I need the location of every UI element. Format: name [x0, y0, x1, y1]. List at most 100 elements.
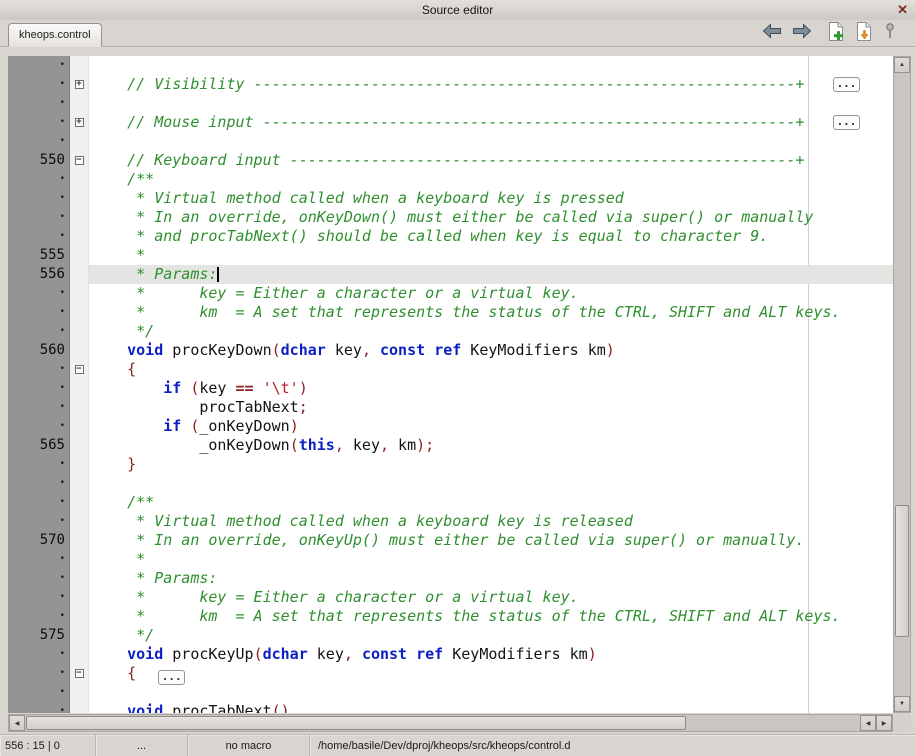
code-line[interactable]: • [8, 683, 893, 702]
scroll-right-button[interactable]: ▶ [876, 715, 892, 731]
code-text[interactable]: procTabNext; [89, 398, 893, 417]
fold-margin [70, 436, 89, 455]
fold-toggle[interactable]: + [75, 80, 84, 89]
code-text[interactable]: _onKeyDown(this, key, km); [89, 436, 893, 455]
code-text[interactable]: * Params: [89, 569, 893, 588]
code-text[interactable]: */ [89, 626, 893, 645]
code-line[interactable]: • /** [8, 493, 893, 512]
tab-kheops-control[interactable]: kheops.control [8, 23, 102, 47]
code-line[interactable]: • * key = Either a character or a virtua… [8, 588, 893, 607]
code-text[interactable]: */ [89, 322, 893, 341]
code-text[interactable]: {... [89, 664, 893, 683]
code-line[interactable]: •− { [8, 360, 893, 379]
line-number: • [8, 417, 70, 436]
code-line[interactable]: • /** [8, 170, 893, 189]
code-text[interactable]: * Params: [89, 265, 893, 284]
code-text[interactable] [89, 474, 893, 493]
code-text[interactable]: /** [89, 493, 893, 512]
code-text[interactable]: // Mouse input -------------------------… [89, 113, 893, 132]
code-line[interactable]: • * Params: [8, 569, 893, 588]
code-text[interactable] [89, 56, 893, 75]
code-line[interactable]: 565 _onKeyDown(this, key, km); [8, 436, 893, 455]
code-text[interactable]: * Virtual method called when a keyboard … [89, 189, 893, 208]
close-icon[interactable]: ✕ [897, 2, 908, 18]
code-text[interactable]: { [89, 360, 893, 379]
code-line[interactable]: 556 * Params: [8, 265, 893, 284]
forward-button[interactable] [790, 23, 814, 44]
code-line[interactable]: • * Virtual method called when a keyboar… [8, 189, 893, 208]
code-text[interactable]: /** [89, 170, 893, 189]
code-text[interactable]: if (key == '\t') [89, 379, 893, 398]
code-text[interactable]: * km = A set that represents the status … [89, 607, 893, 626]
code-line[interactable]: • void procTabNext() [8, 702, 893, 713]
code-line[interactable]: • */ [8, 322, 893, 341]
detach-button[interactable] [881, 23, 899, 44]
code-text[interactable]: * key = Either a character or a virtual … [89, 588, 893, 607]
fold-toggle[interactable]: + [75, 118, 84, 127]
line-number: • [8, 75, 70, 94]
code-line[interactable]: • if (_onKeyDown) [8, 417, 893, 436]
vertical-scrollbar[interactable]: ▲ ▼ [893, 56, 911, 713]
vertical-scrollbar-thumb[interactable] [895, 505, 909, 637]
code-text[interactable] [89, 132, 893, 151]
code-editor[interactable]: ••+ // Visibility ----------------------… [8, 56, 893, 713]
fold-toggle[interactable]: − [75, 365, 84, 374]
code-text[interactable]: void procKeyUp(dchar key, const ref KeyM… [89, 645, 893, 664]
code-text[interactable]: } [89, 455, 893, 474]
window-titlebar[interactable]: Source editor ✕ [0, 0, 915, 20]
code-text[interactable]: * and procTabNext() should be called whe… [89, 227, 893, 246]
code-text[interactable]: // Keyboard input ----------------------… [89, 151, 893, 170]
code-line[interactable]: • if (key == '\t') [8, 379, 893, 398]
new-document-button[interactable] [824, 23, 848, 44]
code-line[interactable]: 575 */ [8, 626, 893, 645]
code-line[interactable]: 555 * [8, 246, 893, 265]
code-line[interactable]: • + // Visibility -----------------------… [8, 75, 893, 94]
code-text[interactable]: void procKeyDown(dchar key, const ref Ke… [89, 341, 893, 360]
code-text[interactable]: * In an override, onKeyDown() must eithe… [89, 208, 893, 227]
scroll-left-button[interactable]: ◀ [9, 715, 25, 731]
code-line[interactable]: • * [8, 550, 893, 569]
code-line[interactable]: • procTabNext; [8, 398, 893, 417]
code-text[interactable]: * key = Either a character or a virtual … [89, 284, 893, 303]
code-text[interactable] [89, 94, 893, 113]
code-line[interactable]: • [8, 56, 893, 75]
code-line[interactable]: 560 void procKeyDown(dchar key, const re… [8, 341, 893, 360]
fold-toggle[interactable]: − [75, 669, 84, 678]
code-line[interactable]: 550− // Keyboard input -----------------… [8, 151, 893, 170]
code-line[interactable]: • [8, 474, 893, 493]
code-line[interactable]: •+ // Mouse input ----------------------… [8, 113, 893, 132]
code-line[interactable]: • * and procTabNext() should be called w… [8, 227, 893, 246]
code-text[interactable]: * [89, 550, 893, 569]
scroll-up-button[interactable]: ▲ [894, 57, 910, 73]
code-text[interactable]: * Virtual method called when a keyboard … [89, 512, 893, 531]
code-line[interactable]: • * km = A set that represents the statu… [8, 607, 893, 626]
code-text[interactable]: * In an override, onKeyUp() must either … [89, 531, 893, 550]
code-line[interactable]: • * key = Either a character or a virtua… [8, 284, 893, 303]
code-text[interactable]: * [89, 246, 893, 265]
code-text[interactable] [89, 683, 893, 702]
code-line[interactable]: •− {... [8, 664, 893, 683]
code-line[interactable]: • void procKeyUp(dchar key, const ref Ke… [8, 645, 893, 664]
code-line[interactable]: 570 * In an override, onKeyUp() must eit… [8, 531, 893, 550]
code-line[interactable]: • [8, 94, 893, 113]
save-document-button[interactable] [852, 23, 876, 44]
code-line[interactable]: • * Virtual method called when a keyboar… [8, 512, 893, 531]
scroll-left-button-2[interactable]: ◀ [860, 715, 876, 731]
horizontal-scrollbar[interactable]: ◀ ◀ ▶ [8, 714, 893, 732]
fold-margin: + [70, 113, 89, 132]
code-line[interactable]: • } [8, 455, 893, 474]
code-text[interactable]: void procTabNext() [89, 702, 893, 713]
fold-margin [70, 398, 89, 417]
fold-toggle[interactable]: − [75, 156, 84, 165]
code-line[interactable]: • * km = A set that represents the statu… [8, 303, 893, 322]
code-line[interactable]: • [8, 132, 893, 151]
horizontal-scrollbar-thumb[interactable] [26, 716, 686, 730]
code-text[interactable]: // Visibility --------------------------… [89, 75, 893, 94]
folded-code-ellipsis[interactable]: ... [833, 77, 860, 92]
back-button[interactable] [760, 23, 784, 44]
code-line[interactable]: • * In an override, onKeyDown() must eit… [8, 208, 893, 227]
scroll-down-button[interactable]: ▼ [894, 696, 910, 712]
code-text[interactable]: * km = A set that represents the status … [89, 303, 893, 322]
code-text[interactable]: if (_onKeyDown) [89, 417, 893, 436]
folded-code-ellipsis[interactable]: ... [833, 115, 860, 130]
